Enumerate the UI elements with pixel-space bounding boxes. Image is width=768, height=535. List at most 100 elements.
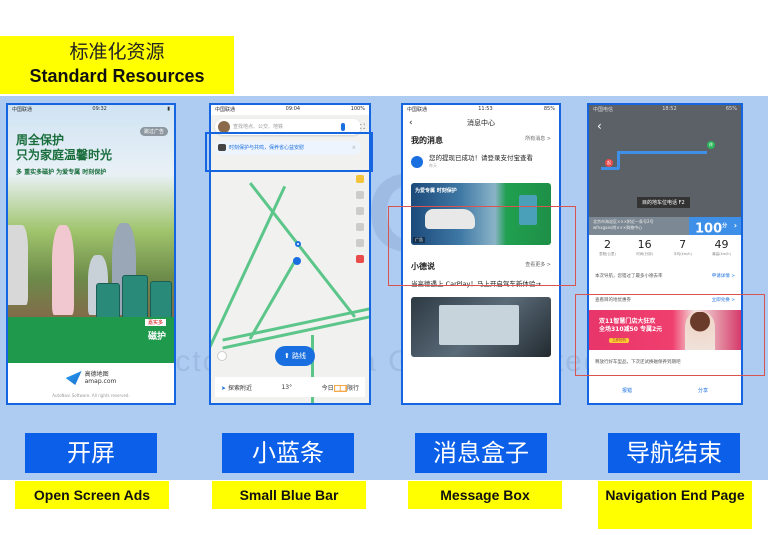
title-chinese: 标准化资源 <box>69 41 165 63</box>
trip-address-bar: 北京市海淀区×××附近一条号2号 wfnxgans附×××购物中心 100分 › <box>589 217 741 236</box>
end-pin-icon: 终 <box>707 141 715 149</box>
label-navigation-end-en: Navigation End Page <box>598 481 752 529</box>
map-road <box>222 315 369 350</box>
status-time: 18:52 <box>662 106 677 112</box>
traffic-icon[interactable] <box>356 191 364 199</box>
action-bar: 报错 分享 <box>589 377 741 403</box>
brand-name: 磁护 <box>147 332 166 342</box>
map-side-toolbar <box>356 175 366 271</box>
status-battery: 65% <box>725 106 737 112</box>
ad-headline-line2: 只为家庭温馨时光 <box>16 148 113 162</box>
amap-logo-url: amap.com <box>84 378 117 385</box>
arrow-up-icon: ⬆ <box>283 352 290 360</box>
label-small-blue-bar-en: Small Blue Bar <box>212 481 366 509</box>
all-messages-link[interactable]: 所有消息 > <box>525 135 551 146</box>
walk-icon[interactable] <box>356 207 364 215</box>
stat-label: 平均(km/h) <box>673 252 692 256</box>
message-text: 您的提现已成功！请登录支付宝查看 <box>429 154 533 162</box>
share-button[interactable]: 分享 <box>698 387 708 394</box>
message-date: 昨天 <box>429 163 437 168</box>
scan-icon[interactable]: ⛶ <box>360 123 365 132</box>
stat-value: 49 <box>714 238 729 251</box>
layers-icon[interactable] <box>356 175 364 183</box>
back-icon[interactable]: ‹ <box>409 115 413 131</box>
section-title: 我的消息 <box>411 136 443 145</box>
stat-time: 16 时间(分钟) <box>636 235 653 265</box>
coupon-row[interactable]: 查看目的地优惠券 立即兑换 > <box>589 293 741 307</box>
carplay-screen <box>439 305 519 345</box>
product-bottle <box>96 283 120 319</box>
phone-screenshot-navigation-end: 中国电信 18:52 65% ‹ 起 终 目的地车位电话 F2 北京市海淀区××… <box>587 103 743 405</box>
locate-button[interactable] <box>217 351 227 361</box>
ad-car-image <box>425 209 475 229</box>
section-header-xiaodeshuo: 小德说 查看更多 > <box>403 257 559 276</box>
stat-label: 里程(公里) <box>599 252 616 256</box>
stat-label: 时间(分钟) <box>636 252 653 256</box>
bottom-info-bar: ➤ 探索附近 13° 今日■■限行 <box>215 377 365 397</box>
temperature: 13° <box>281 383 293 391</box>
status-battery: 100% <box>350 106 365 112</box>
route-button[interactable]: ⬆ 路线 <box>275 346 315 366</box>
back-icon[interactable]: ‹ <box>597 119 602 133</box>
tip-row: 释放行好车型品，下次还试换磁保养到期吧 <box>589 355 741 369</box>
nav-bar: ‹ 消息中心 <box>403 115 559 131</box>
product-bottle <box>122 275 148 319</box>
label-navigation-end-cn: 导航结束 <box>608 433 740 473</box>
status-bar: 中国联通 09:04 100% <box>211 105 369 115</box>
ad-headline-line1: 周全保护 <box>16 133 65 147</box>
map-road <box>222 307 369 342</box>
bell-icon <box>411 156 423 168</box>
banner-line1: 双11智慧门店大狂欢 <box>599 318 656 325</box>
status-bar: 中国联通 11:53 85% <box>403 105 559 115</box>
bike-icon[interactable] <box>356 223 364 231</box>
destination-tooltip: 目的地车位电话 F2 <box>637 197 690 208</box>
poi-marker[interactable] <box>295 241 301 247</box>
search-placeholder: 查找地点、公交、地铁 <box>233 124 284 130</box>
message-item[interactable]: 您的提现已成功！请登录支付宝查看 昨天 <box>403 150 559 173</box>
status-carrier: 中国联通 <box>407 107 428 113</box>
stat-distance: 2 里程(公里) <box>599 235 616 265</box>
feedback-button[interactable]: 报错 <box>622 387 632 394</box>
microphone-icon[interactable] <box>341 123 345 131</box>
status-time: 09:04 <box>285 106 301 112</box>
close-icon[interactable]: × <box>352 141 356 155</box>
ad-subline: 多 重实多磁护 为爱专属 时刻保护 <box>16 169 107 176</box>
amap-logo: 高德地图 amap.com <box>65 371 117 385</box>
start-pin-icon: 起 <box>605 159 613 167</box>
label-message-box-cn: 消息盒子 <box>415 433 547 473</box>
row-text: 本次导航，您错过了最多小德去率 <box>595 274 663 279</box>
report-icon[interactable] <box>356 255 364 263</box>
carplay-image[interactable] <box>411 297 551 357</box>
status-carrier: 中国联通 <box>12 107 33 113</box>
trip-stats: 2 里程(公里) 16 时间(分钟) 7 平均(km/h) 49 最高(km/h) <box>589 235 741 265</box>
redeem-link[interactable]: 立即兑换 > <box>712 297 735 303</box>
status-battery: 85% <box>543 106 555 112</box>
info-row[interactable]: 本次导航，您错过了最多小德去率 申请详情 > <box>589 269 741 283</box>
ad-car <box>8 225 28 305</box>
traffic-restriction[interactable]: 今日■■限行 <box>322 383 359 392</box>
ad-tag: 广告 <box>413 237 425 243</box>
message-box-ad-card[interactable]: 为爱专属 时刻保护 广告 <box>411 183 551 245</box>
driving-score[interactable]: 100分 › <box>689 217 741 236</box>
stat-max-speed: 49 最高(km/h) <box>712 235 731 265</box>
explore-nearby-button[interactable]: ➤ 探索附近 <box>221 383 252 392</box>
stat-avg-speed: 7 平均(km/h) <box>673 235 692 265</box>
location-pin-icon[interactable] <box>293 257 301 265</box>
product-bottle <box>519 195 537 225</box>
banner-button[interactable]: 立即抢购 <box>609 338 629 343</box>
nav-end-ad-banner[interactable]: 双11智慧门店大狂欢 全场310减50 专属2元 立即抢购 <box>589 310 741 350</box>
banner-line2: 全场310减50 专属2元 <box>599 326 663 333</box>
row-link[interactable]: 申请详情 > <box>712 273 735 279</box>
status-time: 09:32 <box>92 106 107 112</box>
route-button-label: 路线 <box>292 352 307 360</box>
small-blue-bar[interactable]: 时刻保护与共鸣，保养省心益安慰 × <box>215 141 361 155</box>
skip-ad-button[interactable]: 跳过广告 <box>139 127 168 136</box>
phone-screenshot-small-blue-bar: 中国联通 09:04 100% 查找地点、公交、地铁 ⛶ 时刻保护与共鸣，保养省… <box>209 103 371 405</box>
phone-screenshot-message-box: 中国联通 11:53 85% ‹ 消息中心 我的消息 所有消息 > 您的提现已成… <box>401 103 561 405</box>
ride-icon[interactable] <box>356 239 364 247</box>
view-more-link[interactable]: 查看更多 > <box>525 261 551 272</box>
article-text[interactable]: 当高德遇上 CarPlay！马上开启驾车新体验→ <box>403 276 559 293</box>
section-title: 小德说 <box>411 262 435 271</box>
search-input[interactable]: 查找地点、公交、地铁 <box>215 119 361 135</box>
avatar[interactable] <box>218 121 230 133</box>
